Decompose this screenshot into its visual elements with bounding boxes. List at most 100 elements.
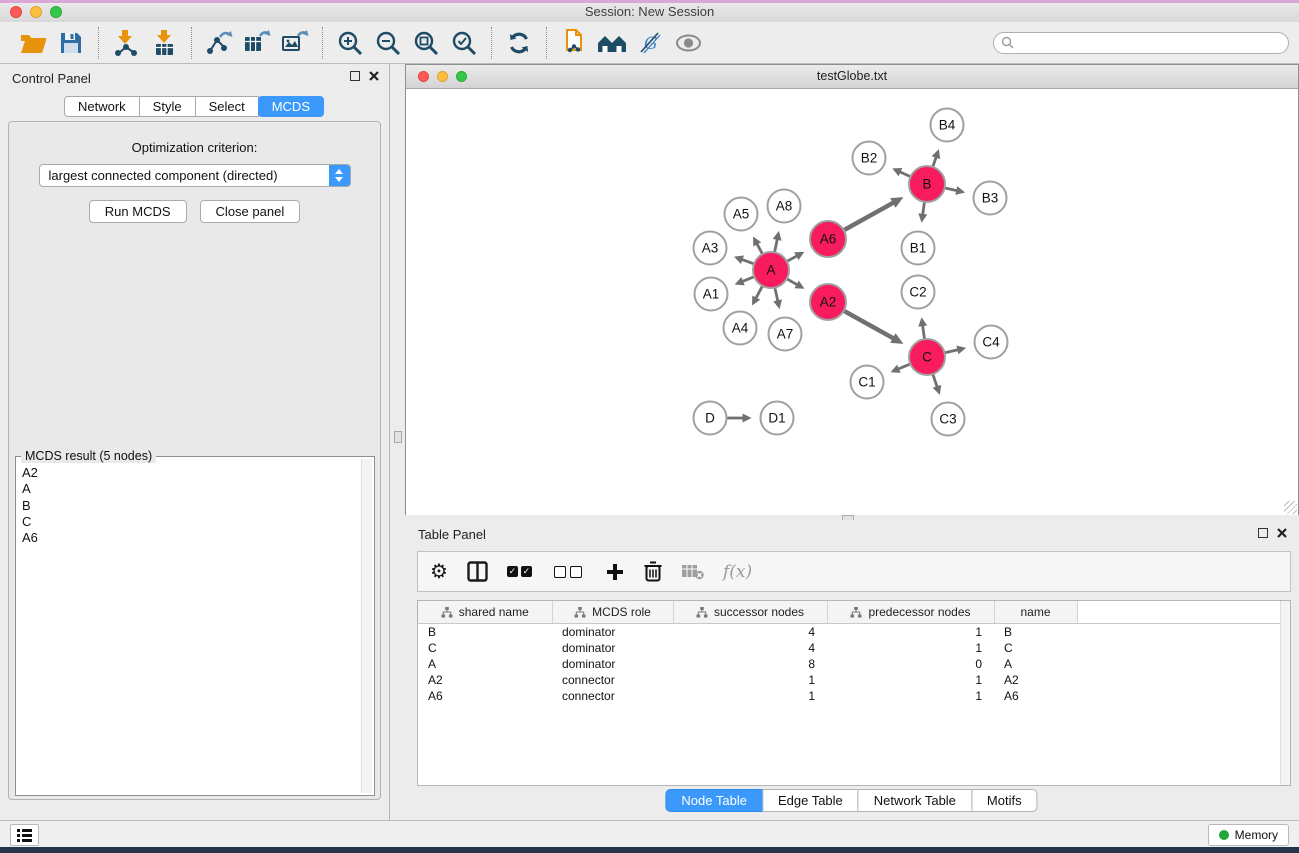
table-cell[interactable]: 1 (827, 624, 994, 641)
new-network-from-selection-icon[interactable] (558, 26, 590, 60)
graph-edge-B-B3[interactable] (946, 188, 957, 190)
graph-edge-B-B4[interactable] (933, 158, 936, 166)
delete-column-icon[interactable] (644, 559, 662, 585)
zoom-selected-icon[interactable] (448, 26, 480, 60)
graph-edge-C-C4[interactable] (945, 350, 957, 353)
graph-edge-A-A7[interactable] (775, 289, 778, 301)
table-row[interactable]: Bdominator41B (418, 624, 1290, 641)
show-hide-panels-icon[interactable] (672, 26, 704, 60)
zoom-in-icon[interactable] (334, 26, 366, 60)
graph-edge-A-A5[interactable] (757, 244, 762, 253)
task-history-button[interactable] (10, 824, 39, 846)
table-cell[interactable]: B (418, 624, 552, 641)
table-cell[interactable]: A6 (418, 688, 552, 704)
mcds-result-item[interactable]: A6 (18, 530, 361, 546)
table-cell[interactable]: 1 (827, 672, 994, 688)
unselect-all-icon[interactable] (554, 559, 586, 585)
close-panel-icon[interactable] (369, 71, 379, 81)
table-cell[interactable]: dominator (552, 656, 673, 672)
column-header-MCDS-role[interactable]: MCDS role (552, 601, 673, 624)
tab-mcds[interactable]: MCDS (258, 96, 324, 117)
table-cell[interactable]: 4 (673, 624, 827, 641)
search-input[interactable] (1014, 33, 1288, 53)
column-header-name[interactable]: name (994, 601, 1077, 624)
memory-button[interactable]: Memory (1208, 824, 1289, 846)
table-cell[interactable]: A (418, 656, 552, 672)
table-cell[interactable]: A (994, 656, 1077, 672)
graph-edge-A2-C[interactable] (845, 311, 893, 338)
export-image-icon[interactable] (279, 26, 311, 60)
vertical-split-handle[interactable] (394, 431, 402, 443)
graph-edge-A-A8[interactable] (775, 240, 777, 252)
tab-select[interactable]: Select (195, 96, 259, 117)
tab-network-table[interactable]: Network Table (858, 789, 972, 812)
table-cell[interactable]: 4 (673, 640, 827, 656)
table-cell[interactable]: 0 (827, 656, 994, 672)
graph-edge-C-C1[interactable] (899, 364, 910, 368)
table-row[interactable]: A2connector11A2 (418, 672, 1290, 688)
table-cell[interactable]: 8 (673, 656, 827, 672)
add-column-icon[interactable] (605, 559, 625, 585)
table-cell[interactable]: 1 (673, 688, 827, 704)
table-cell[interactable]: C (994, 640, 1077, 656)
graph-edge-C-C3[interactable] (933, 375, 937, 386)
network-window-titlebar[interactable]: testGlobe.txt (406, 65, 1298, 89)
table-cell[interactable]: A2 (418, 672, 552, 688)
tab-node-table[interactable]: Node Table (665, 789, 763, 812)
export-network-icon[interactable] (203, 26, 235, 60)
save-session-icon[interactable] (55, 26, 87, 60)
table-cell[interactable]: connector (552, 688, 673, 704)
table-cell[interactable]: B (994, 624, 1077, 641)
graph-edge-B-B1[interactable] (923, 203, 925, 214)
mcds-result-item[interactable]: A2 (18, 465, 361, 481)
table-cell[interactable]: dominator (552, 640, 673, 656)
graph-edge-A-A1[interactable] (743, 277, 753, 281)
table-scrollbar[interactable] (1280, 601, 1290, 785)
column-header-successor-nodes[interactable]: successor nodes (673, 601, 827, 624)
export-table-icon[interactable] (241, 26, 273, 60)
graph-edge-B-B2[interactable] (900, 172, 909, 176)
import-table-icon[interactable] (148, 26, 180, 60)
toggle-graphics-details-icon[interactable]: G (634, 26, 666, 60)
home-cybrowser-icon[interactable] (596, 26, 628, 60)
zoom-fit-icon[interactable] (410, 26, 442, 60)
table-row[interactable]: Adominator80A (418, 656, 1290, 672)
table-cell[interactable]: 1 (827, 688, 994, 704)
tab-network[interactable]: Network (64, 96, 140, 117)
graph-edge-A-A6[interactable] (788, 256, 797, 261)
select-all-icon[interactable]: ✓✓ (507, 559, 535, 585)
table-row[interactable]: Cdominator41C (418, 640, 1290, 656)
show-columns-icon[interactable] (467, 559, 488, 585)
import-network-icon[interactable] (110, 26, 142, 60)
tab-edge-table[interactable]: Edge Table (762, 789, 859, 812)
network-canvas[interactable]: B4B2BB3A5A8A6A3AB1A1A2C2A4A7C4CC1C3DD1 (406, 89, 1298, 515)
tab-motifs[interactable]: Motifs (971, 789, 1038, 812)
result-scrollbar[interactable] (361, 459, 372, 793)
table-cell[interactable]: dominator (552, 624, 673, 641)
open-session-icon[interactable] (17, 26, 49, 60)
run-mcds-button[interactable]: Run MCDS (89, 200, 187, 223)
close-panel-button[interactable]: Close panel (200, 200, 301, 223)
refresh-network-icon[interactable] (503, 26, 535, 60)
column-header-predecessor-nodes[interactable]: predecessor nodes (827, 601, 994, 624)
table-cell[interactable]: A6 (994, 688, 1077, 704)
mcds-result-item[interactable]: C (18, 514, 361, 530)
graph-edge-A-A2[interactable] (788, 279, 797, 284)
mcds-result-item[interactable]: A (18, 481, 361, 497)
graph-edge-A-A4[interactable] (756, 287, 762, 298)
zoom-out-icon[interactable] (372, 26, 404, 60)
table-cell[interactable]: A2 (994, 672, 1077, 688)
tab-style[interactable]: Style (139, 96, 196, 117)
table-row[interactable]: A6connector11A6 (418, 688, 1290, 704)
float-table-panel-icon[interactable] (1258, 528, 1268, 538)
search-field[interactable] (993, 32, 1289, 54)
close-table-panel-icon[interactable] (1277, 528, 1287, 538)
column-header-shared-name[interactable]: shared name (418, 601, 552, 624)
table-cell[interactable]: C (418, 640, 552, 656)
resize-grip-icon[interactable] (1284, 501, 1297, 514)
mcds-result-item[interactable]: B (18, 498, 361, 514)
graph-edge-A-A3[interactable] (742, 260, 753, 264)
graph-edge-A6-B[interactable] (845, 203, 893, 230)
table-cell[interactable]: 1 (827, 640, 994, 656)
graph-edge-C-C2[interactable] (923, 326, 925, 338)
